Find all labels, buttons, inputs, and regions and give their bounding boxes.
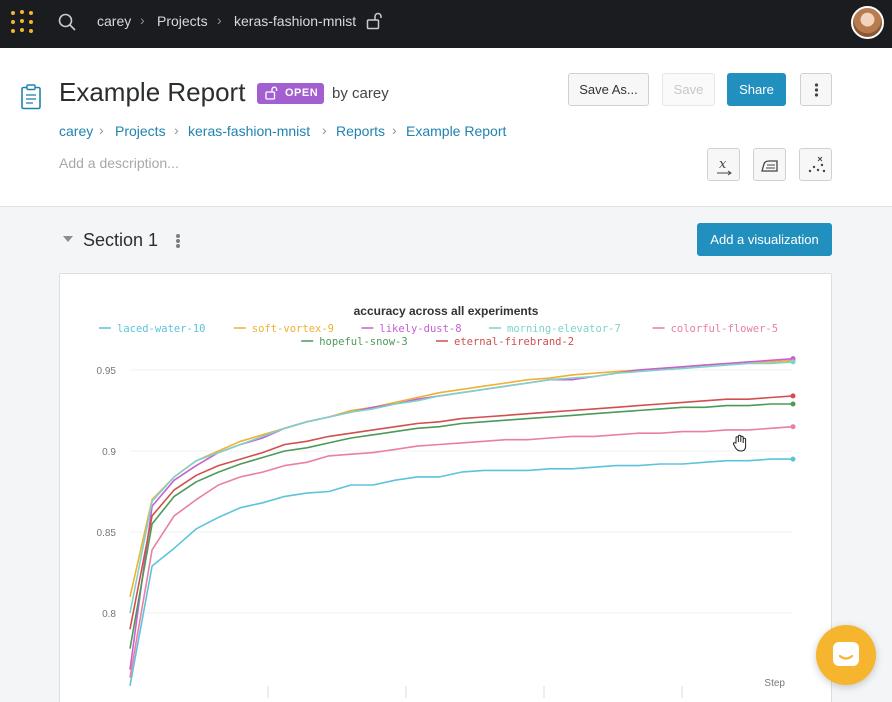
math-x-icon: x xyxy=(717,157,732,176)
outliers-button[interactable] xyxy=(799,148,832,181)
legend-item: morning-elevator-7 xyxy=(507,323,621,335)
line-chart[interactable]: accuracy across all experiments laced-wat… xyxy=(60,274,832,702)
save-as-button[interactable]: Save As... xyxy=(568,73,649,106)
scatter-icon xyxy=(808,156,826,173)
collapse-caret-icon[interactable] xyxy=(63,236,73,242)
add-visualization-button[interactable]: Add a visualization xyxy=(697,223,832,256)
chart-title: accuracy across all experiments xyxy=(354,304,539,318)
report-author: by carey xyxy=(332,85,389,102)
wandb-logo-icon[interactable] xyxy=(9,9,35,35)
search-icon[interactable] xyxy=(57,12,77,32)
series-line xyxy=(129,357,794,670)
chart-panel[interactable]: accuracy across all experiments laced-wat… xyxy=(59,273,832,702)
series-line xyxy=(129,458,793,687)
top-nav-bar: carey › Projects › keras-fashion-mnist xyxy=(0,0,892,48)
chevron-right-icon: › xyxy=(392,122,397,138)
legend-item: colorful-flower-5 xyxy=(671,323,778,335)
hand-cursor-shape xyxy=(732,434,747,452)
hand-cursor-icon xyxy=(732,434,747,452)
iron-icon xyxy=(761,160,778,172)
nav-project-link[interactable]: keras-fashion-mnist xyxy=(234,13,356,29)
legend-item: hopeful-snow-3 xyxy=(319,336,408,348)
legend-item: eternal-firebrand-2 xyxy=(454,336,574,348)
series-end-point xyxy=(790,359,796,365)
breadcrumb-project[interactable]: keras-fashion-mnist xyxy=(188,123,310,139)
breadcrumb-projects[interactable]: Projects xyxy=(115,123,166,139)
description-input[interactable]: Add a description... xyxy=(59,155,179,171)
breadcrumb-user[interactable]: carey xyxy=(59,123,93,139)
chevron-right-icon: › xyxy=(217,12,222,28)
badge-label: OPEN xyxy=(285,87,319,99)
y-tick-label: 0.9 xyxy=(102,447,116,458)
report-title[interactable]: Example Report xyxy=(59,77,245,108)
series-line xyxy=(129,361,794,614)
chat-bubble-icon xyxy=(833,642,859,666)
chevron-right-icon: › xyxy=(322,122,327,138)
unlocked-icon[interactable] xyxy=(366,12,382,30)
legend-item: likely-dust-8 xyxy=(379,323,461,335)
series-end-point xyxy=(790,393,796,399)
svg-text:x: x xyxy=(719,157,727,172)
y-tick-label: 0.85 xyxy=(97,528,117,539)
unlocked-icon xyxy=(265,86,278,100)
chat-support-button[interactable] xyxy=(816,625,876,685)
formula-button[interactable]: x xyxy=(707,148,740,181)
breadcrumb-reports[interactable]: Reports xyxy=(336,123,385,139)
x-axis-label: Step xyxy=(764,678,785,689)
breadcrumb-current-report[interactable]: Example Report xyxy=(406,123,506,139)
chevron-right-icon: › xyxy=(99,122,104,138)
series-line xyxy=(129,403,793,649)
nav-projects-link[interactable]: Projects xyxy=(157,13,208,29)
section-title[interactable]: Section 1 xyxy=(83,230,158,251)
save-button[interactable]: Save xyxy=(662,73,715,106)
y-tick-label: 0.95 xyxy=(97,366,117,377)
y-tick-label: 0.8 xyxy=(102,609,116,620)
legend-item: soft-vortex-9 xyxy=(252,323,334,335)
smoothing-button[interactable] xyxy=(753,148,786,181)
chevron-right-icon: › xyxy=(174,122,179,138)
series-line xyxy=(129,425,794,678)
open-status-badge[interactable]: OPEN xyxy=(257,83,324,104)
section-menu-icon[interactable] xyxy=(173,233,183,249)
more-options-button[interactable] xyxy=(800,73,832,106)
series-line xyxy=(129,359,794,597)
vertical-dots-icon xyxy=(814,83,819,97)
share-button[interactable]: Share xyxy=(727,73,786,106)
nav-user-link[interactable]: carey xyxy=(97,13,131,29)
series-end-point xyxy=(790,424,796,430)
user-avatar[interactable] xyxy=(851,6,884,39)
chevron-right-icon: › xyxy=(140,12,145,28)
series-end-point xyxy=(790,456,796,462)
legend-item: laced-water-10 xyxy=(117,323,206,335)
series-end-point xyxy=(790,401,796,407)
report-clipboard-icon xyxy=(21,84,41,110)
